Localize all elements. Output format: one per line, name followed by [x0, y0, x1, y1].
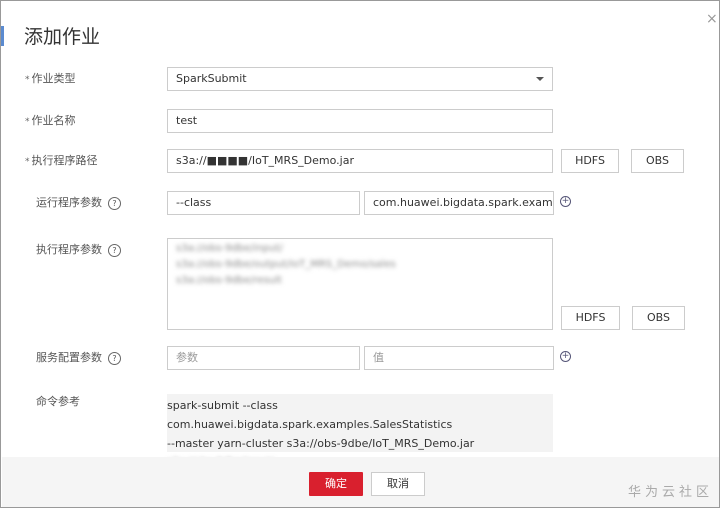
label-text: 执行程序路径	[31, 154, 98, 167]
watermark: 华为云社区	[628, 485, 714, 500]
job-name-label: * 作业名称	[25, 109, 76, 133]
run-params-key-input[interactable]: --class	[167, 191, 360, 215]
required-mark: *	[25, 75, 30, 85]
chevron-down-icon	[536, 77, 544, 81]
required-mark: *	[25, 117, 30, 127]
cancel-button[interactable]: 取消	[371, 472, 425, 496]
add-run-param-icon[interactable]: +	[560, 196, 571, 207]
label-text: 作业名称	[31, 114, 76, 127]
program-path-hdfs-button[interactable]: HDFS	[561, 149, 619, 173]
textarea-line: s3a://obs-9dbe/output/IoT_MRS_Demo/sales	[176, 259, 396, 270]
service-params-label: 服务配置参数?	[36, 346, 121, 370]
title-accent-bar	[1, 26, 4, 46]
command-line: --master yarn-cluster s3a://obs-9dbe/IoT…	[167, 437, 475, 450]
select-value: SparkSubmit	[176, 72, 247, 85]
command-label: 命令参考	[36, 395, 80, 408]
service-param-value-input[interactable]: 值	[364, 346, 554, 370]
service-param-key-input[interactable]: 参数	[167, 346, 360, 370]
exec-params-textarea[interactable]: s3a://obs-9dbe/input/ s3a://obs-9dbe/out…	[167, 238, 553, 330]
help-icon[interactable]: ?	[108, 196, 121, 210]
exec-params-label: 执行程序参数?	[36, 238, 121, 262]
program-path-obs-button[interactable]: OBS	[631, 149, 684, 173]
label-text: 执行程序参数	[36, 243, 102, 256]
job-type-select[interactable]: SparkSubmit	[167, 67, 553, 91]
dialog-title: 添加作业	[24, 26, 101, 48]
exec-params-obs-button[interactable]: OBS	[632, 306, 685, 330]
job-type-label: * 作业类型	[25, 67, 76, 91]
program-path-label: * 执行程序路径	[25, 149, 98, 173]
exec-params-hdfs-button[interactable]: HDFS	[561, 306, 620, 330]
required-mark: *	[25, 157, 30, 167]
command-reference: spark-submit --class com.huawei.bigdata.…	[167, 394, 553, 468]
add-service-param-icon[interactable]: +	[560, 351, 571, 362]
help-icon[interactable]: ?	[108, 243, 121, 257]
label-text: 服务配置参数	[36, 351, 102, 364]
confirm-button[interactable]: 确定	[309, 472, 363, 496]
program-path-input[interactable]: s3a://■■■■/IoT_MRS_Demo.jar	[167, 149, 553, 173]
label-text: 作业类型	[31, 72, 76, 85]
job-name-input[interactable]: test	[167, 109, 553, 133]
label-text: 运行程序参数	[36, 196, 102, 209]
close-icon[interactable]: ×	[706, 11, 718, 27]
textarea-line: s3a://obs-9dbe/input/	[176, 243, 283, 254]
add-job-dialog: 添加作业 × * 作业类型 SparkSubmit * 作业名称 test * 执行程…	[0, 0, 720, 508]
run-params-value-input[interactable]: com.huawei.bigdata.spark.examples	[364, 191, 554, 215]
help-icon[interactable]: ?	[108, 351, 121, 365]
run-params-label: 运行程序参数?	[36, 191, 121, 215]
command-line: spark-submit --class com.huawei.bigdata.…	[167, 399, 453, 431]
textarea-line: s3a://obs-9dbe/result	[176, 275, 282, 286]
